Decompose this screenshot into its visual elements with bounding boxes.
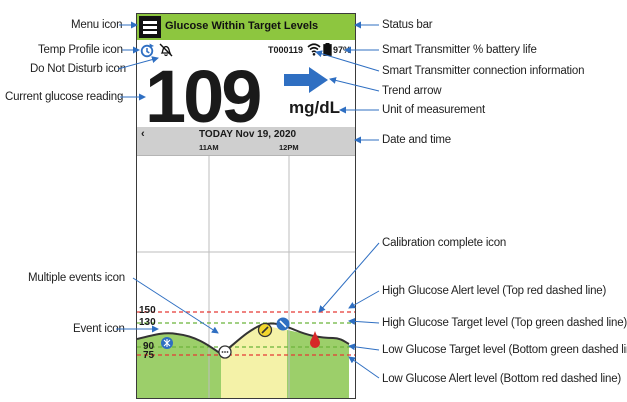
leader-lines <box>116 21 380 379</box>
